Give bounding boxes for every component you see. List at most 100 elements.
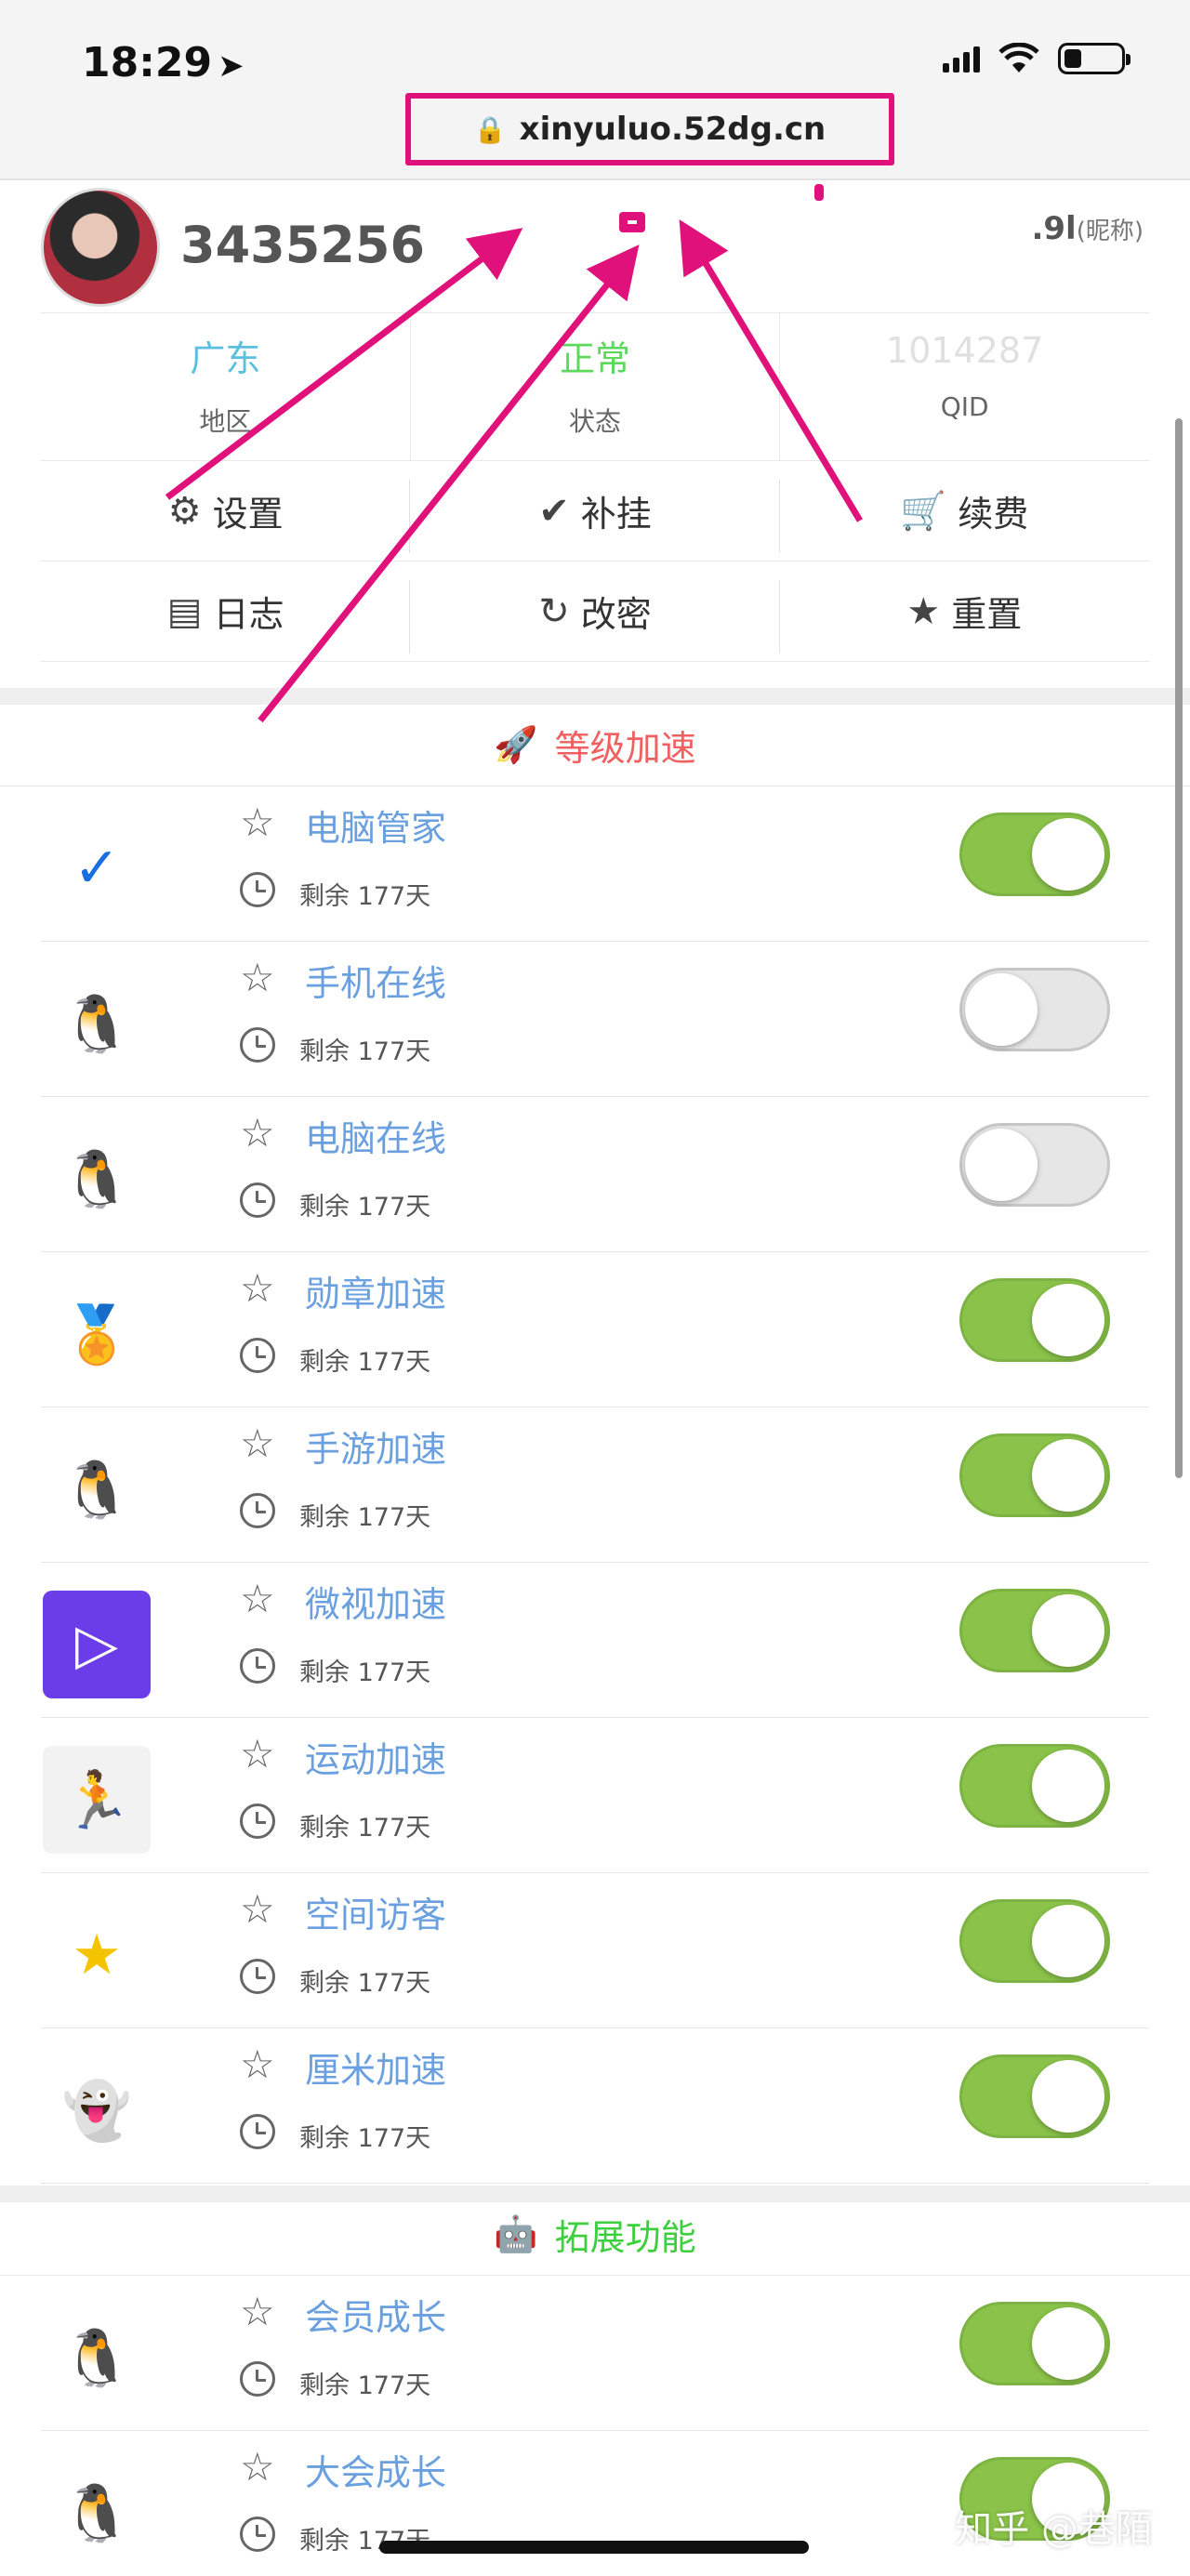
feature-name[interactable]: 微视加速 xyxy=(305,1576,446,1627)
feature-name[interactable]: 空间访客 xyxy=(305,1886,446,1937)
toggle-knob xyxy=(1032,818,1104,891)
section-title-level: 🚀 等级加速 xyxy=(0,705,1190,786)
stat-region: 广东 地区 xyxy=(41,313,411,460)
feature-toggle[interactable] xyxy=(959,2302,1110,2385)
feature-toggle[interactable] xyxy=(959,812,1110,896)
list-item: 🏃 ☆ 运动加速 剩余 177天 xyxy=(41,1718,1149,1873)
stat-qid: 1014287 QID xyxy=(780,313,1149,460)
toggle-knob xyxy=(1032,1905,1104,1977)
star-outline-icon[interactable]: ☆ xyxy=(240,1576,275,1621)
change-password-button[interactable]: ↻ 改密 xyxy=(410,561,780,662)
clock-icon xyxy=(240,1803,275,1839)
star-outline-icon[interactable]: ☆ xyxy=(240,1265,275,1311)
settings-button[interactable]: ⚙ 设置 xyxy=(41,461,411,561)
svip-growth-logo: 🐧 xyxy=(43,2459,151,2567)
medal-logo: 🏅 xyxy=(43,1280,151,1388)
battery-icon xyxy=(1058,43,1130,74)
remaining-days: 剩余 177天 xyxy=(299,2124,431,2153)
status-time: 18:29 ➤ xyxy=(82,39,245,86)
sport-logo: 🏃 xyxy=(43,1746,151,1854)
stats-row: 广东 地区 正常 状态 1014287 QID xyxy=(41,312,1149,461)
feature-name[interactable]: 厘米加速 xyxy=(305,2041,446,2093)
clock-icon xyxy=(240,1338,275,1373)
feature-toggle[interactable] xyxy=(959,1589,1110,1672)
action-label: 改密 xyxy=(580,594,652,635)
reset-button[interactable]: ★ 重置 xyxy=(779,561,1149,662)
log-button[interactable]: ▤ 日志 xyxy=(41,561,411,662)
section-divider xyxy=(0,688,1190,705)
feature-name[interactable]: 手机在线 xyxy=(305,955,446,1006)
feature-name[interactable]: 勋章加速 xyxy=(305,1265,446,1316)
toggle-knob xyxy=(1032,1594,1104,1667)
location-arrow-icon: ➤ xyxy=(218,47,245,85)
feature-toggle[interactable] xyxy=(959,968,1110,1051)
star-outline-icon[interactable]: ☆ xyxy=(240,1886,275,1932)
check-icon: ✔ xyxy=(538,489,570,533)
feature-toggle[interactable] xyxy=(959,1123,1110,1207)
feature-name[interactable]: 手游加速 xyxy=(305,1420,446,1472)
scrollbar[interactable] xyxy=(1175,418,1183,1478)
rocket-icon: 🚀 xyxy=(494,724,538,765)
feature-toggle[interactable] xyxy=(959,1899,1110,1983)
feature-toggle[interactable] xyxy=(959,1278,1110,1362)
list-icon: ▤ xyxy=(166,589,203,633)
stat-value: 正常 xyxy=(560,338,631,379)
star-outline-icon[interactable]: ☆ xyxy=(240,2041,275,2087)
feature-toggle[interactable] xyxy=(959,2054,1110,2138)
feature-name[interactable]: 运动加速 xyxy=(305,1731,446,1782)
list-item: 🐧 ☆ 手游加速剩余 177天 xyxy=(41,1407,1149,1563)
feature-toggle[interactable] xyxy=(959,1744,1110,1828)
section-title-text: 等级加速 xyxy=(554,728,696,769)
reattach-button[interactable]: ✔ 补挂 xyxy=(410,461,780,561)
section-title-extend: 🤖 拓展功能 xyxy=(0,2194,1190,2276)
address-bar[interactable]: 🔒 xinyuluo.52dg.cn xyxy=(405,93,894,165)
clock-icon xyxy=(240,2517,275,2552)
remaining-days: 剩余 177天 xyxy=(299,882,431,911)
stat-value: 广东 xyxy=(190,338,261,379)
toggle-knob xyxy=(1032,2307,1104,2380)
clock-icon xyxy=(240,1027,275,1063)
star-outline-icon[interactable]: ☆ xyxy=(240,955,275,1000)
feature-name[interactable]: 大会成长 xyxy=(305,2444,446,2495)
clock-icon xyxy=(240,2361,275,2397)
remaining-days: 剩余 177天 xyxy=(299,1503,431,1532)
indicator-icon xyxy=(619,212,645,232)
renew-button[interactable]: 🛒 续费 xyxy=(779,461,1149,561)
home-indicator[interactable] xyxy=(379,2541,809,2554)
clock-icon xyxy=(240,2114,275,2149)
action-grid: ⚙ 设置 ✔ 补挂 🛒 续费 ▤ 日志 ↻ 改密 ★ 重置 xyxy=(41,461,1149,662)
toggle-knob xyxy=(1032,1750,1104,1822)
toggle-knob xyxy=(965,1129,1038,1201)
feature-name[interactable]: 电脑在线 xyxy=(305,1110,446,1161)
star-outline-icon[interactable]: ☆ xyxy=(240,799,275,845)
star-outline-icon[interactable]: ☆ xyxy=(240,1420,275,1466)
star-outline-icon[interactable]: ☆ xyxy=(240,1731,275,1777)
star-outline-icon[interactable]: ☆ xyxy=(240,2444,275,2490)
feature-toggle[interactable] xyxy=(959,1433,1110,1517)
toggle-knob xyxy=(1032,1439,1104,1512)
clock-icon xyxy=(240,1182,275,1218)
toggle-knob xyxy=(965,973,1038,1046)
action-label: 重置 xyxy=(951,594,1023,635)
feature-name[interactable]: 电脑管家 xyxy=(305,799,446,851)
list-item: 🏅 ☆ 勋章加速 剩余 177天 xyxy=(41,1252,1149,1407)
mobile-game-logo: 🐧 xyxy=(43,1435,151,1543)
feature-name[interactable]: 会员成长 xyxy=(305,2289,446,2340)
qq-pc-logo: 🐧 xyxy=(43,1125,151,1233)
star-outline-icon[interactable]: ☆ xyxy=(240,1110,275,1156)
list-item: 🐧 ☆ 会员成长 剩余 177天 xyxy=(41,2276,1149,2431)
browser-chrome: 18:29 ➤ 🔒 xinyuluo.52dg.cn xyxy=(0,0,1190,180)
star-outline-icon[interactable]: ☆ xyxy=(240,2289,275,2334)
watermark: 知乎 @巷陌 xyxy=(955,2508,1153,2551)
url-text: xinyuluo.52dg.cn xyxy=(519,111,826,148)
remaining-days: 剩余 177天 xyxy=(299,1969,431,1998)
remaining-days: 剩余 177天 xyxy=(299,2371,431,2400)
level-speedup-list: ✓ ☆ 电脑管家 剩余 177天 🐧 ☆ 手机在线 剩余 177天 🐧 ☆ 电脑在线 剩余 177天 🏅… xyxy=(41,786,1149,2184)
list-item: ▷ ☆ 微视加速 剩余 177天 xyxy=(41,1563,1149,1718)
clock-icon xyxy=(240,1648,275,1684)
cellular-signal-icon xyxy=(943,45,980,73)
nickname-value: .9l xyxy=(1031,210,1077,247)
stat-label: 地区 xyxy=(199,406,252,437)
cart-icon: 🛒 xyxy=(900,490,947,533)
stat-label: 状态 xyxy=(569,406,622,437)
